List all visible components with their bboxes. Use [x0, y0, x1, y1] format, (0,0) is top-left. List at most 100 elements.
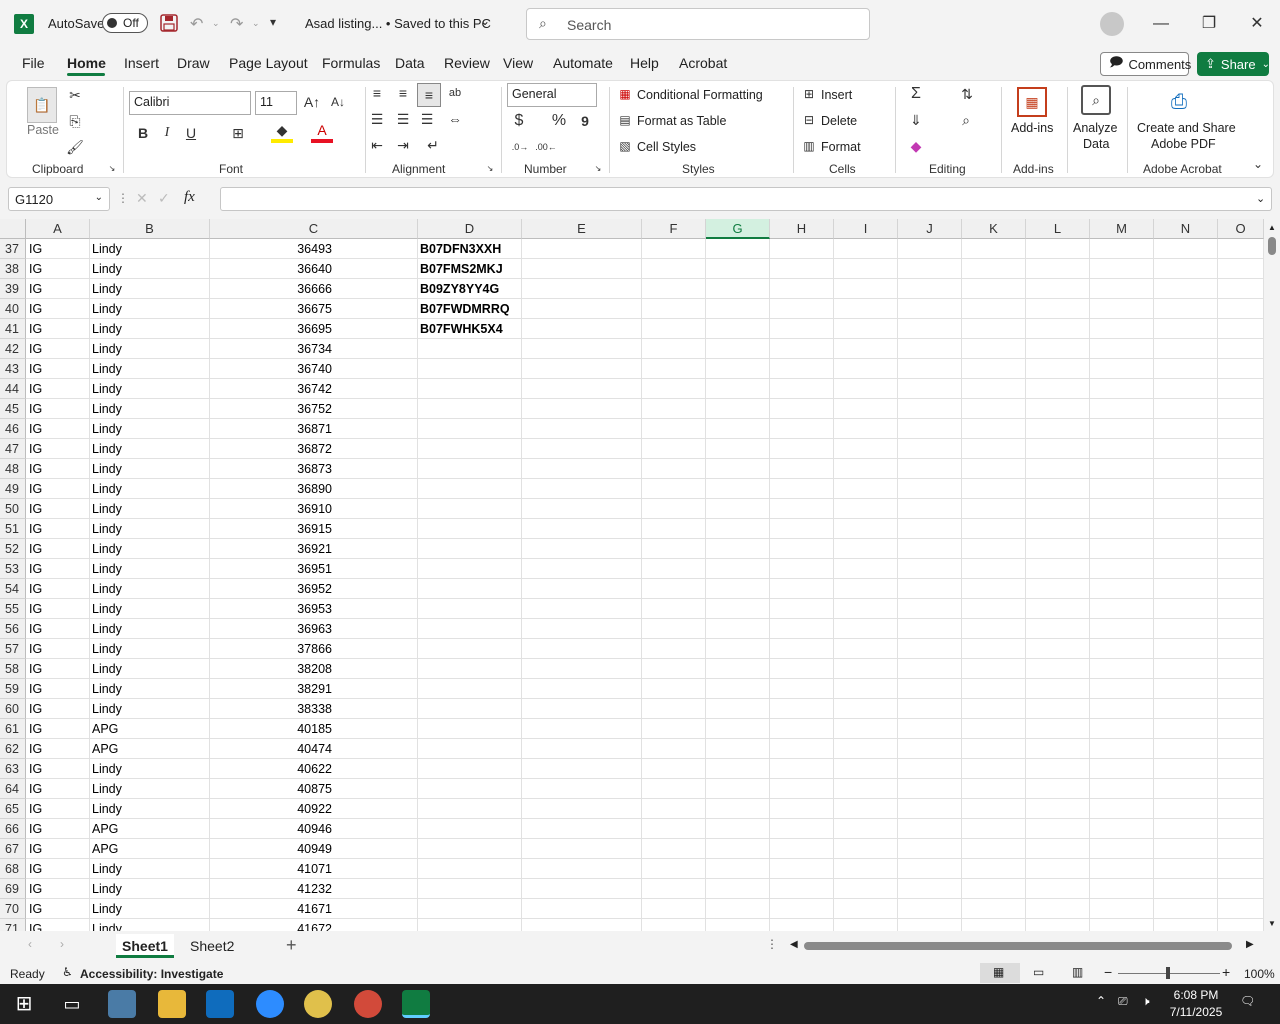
next-sheet-icon[interactable]: ›	[60, 937, 64, 951]
zoom-level[interactable]: 100%	[1244, 967, 1275, 981]
cell-c[interactable]: 36951	[212, 559, 332, 579]
cell-d[interactable]	[420, 559, 520, 579]
conditional-formatting-button[interactable]: Conditional Formatting	[637, 88, 763, 102]
page-break-view-icon[interactable]: ▥	[1072, 965, 1083, 979]
menu-acrobat[interactable]: Acrobat	[679, 55, 727, 71]
cell-d[interactable]	[420, 719, 520, 739]
row-header[interactable]: 40	[0, 299, 26, 319]
row-header[interactable]: 63	[0, 759, 26, 779]
chrome-profile-icon[interactable]	[354, 990, 382, 1018]
cell-b[interactable]: Lindy	[92, 879, 208, 899]
menu-automate[interactable]: Automate	[553, 55, 613, 71]
expand-formula-icon[interactable]: ⌄	[1256, 192, 1265, 205]
zoom-in-icon[interactable]: +	[1222, 964, 1230, 980]
font-color-icon[interactable]: A	[311, 121, 333, 143]
search-box[interactable]: ⌕ Search	[526, 8, 870, 40]
row-header[interactable]: 49	[0, 479, 26, 499]
row-header[interactable]: 66	[0, 819, 26, 839]
cell-a[interactable]: IG	[29, 619, 87, 639]
paste-label[interactable]: Paste	[27, 123, 59, 137]
cell-d[interactable]	[420, 459, 520, 479]
italic-icon[interactable]: I	[157, 123, 177, 143]
row-header[interactable]: 67	[0, 839, 26, 859]
cell-d[interactable]	[420, 659, 520, 679]
account-avatar-icon[interactable]	[1100, 12, 1124, 36]
sheet-tab-1[interactable]: Sheet1	[116, 934, 174, 958]
cell-b[interactable]: Lindy	[92, 499, 208, 519]
cell-c[interactable]: 36740	[212, 359, 332, 379]
autosum-icon[interactable]: Σ	[905, 83, 927, 105]
column-header-o[interactable]: O	[1218, 219, 1264, 239]
cell-b[interactable]: Lindy	[92, 279, 208, 299]
cell-d[interactable]: B07FWDMRRQ	[420, 299, 520, 319]
create-pdf-icon[interactable]: ⎙	[1167, 87, 1191, 117]
cell-a[interactable]: IG	[29, 679, 87, 699]
cell-b[interactable]: Lindy	[92, 339, 208, 359]
align-right-icon[interactable]: ☰	[417, 109, 437, 129]
copy-icon[interactable]: ⎘	[65, 111, 85, 131]
bold-icon[interactable]: B	[133, 123, 153, 143]
page-layout-view-icon[interactable]: ▭	[1033, 965, 1044, 979]
cell-c[interactable]: 40949	[212, 839, 332, 859]
analyze-data-label-1[interactable]: Analyze	[1073, 121, 1117, 135]
cell-b[interactable]: APG	[92, 719, 208, 739]
tray-expand-icon[interactable]: ⌃	[1096, 994, 1106, 1008]
share-button[interactable]: ⇪ Share ⌄	[1197, 52, 1270, 76]
cell-c[interactable]: 36752	[212, 399, 332, 419]
cell-a[interactable]: IG	[29, 519, 87, 539]
cell-b[interactable]: Lindy	[92, 399, 208, 419]
cell-d[interactable]	[420, 879, 520, 899]
decrease-decimal-icon[interactable]: .00←	[535, 137, 557, 157]
increase-font-icon[interactable]: A↑	[301, 91, 323, 113]
fill-color-icon[interactable]: ◆	[271, 121, 293, 143]
scroll-down-icon[interactable]: ▼	[1268, 919, 1276, 928]
cell-b[interactable]: Lindy	[92, 779, 208, 799]
cell-c[interactable]: 36952	[212, 579, 332, 599]
cell-d[interactable]	[420, 619, 520, 639]
cut-icon[interactable]: ✂	[65, 85, 85, 105]
find-select-icon[interactable]: ⌕	[955, 109, 977, 131]
menu-home[interactable]: Home	[67, 55, 106, 71]
menu-page-layout[interactable]: Page Layout	[229, 55, 308, 71]
accessibility-icon[interactable]: ♿	[62, 965, 73, 979]
cell-c[interactable]: 36871	[212, 419, 332, 439]
cell-c[interactable]: 41671	[212, 899, 332, 919]
cell-a[interactable]: IG	[29, 819, 87, 839]
row-header[interactable]: 58	[0, 659, 26, 679]
cell-d[interactable]	[420, 759, 520, 779]
wrap-text-icon[interactable]: ↵	[423, 135, 443, 155]
zoom-slider-thumb[interactable]	[1166, 967, 1170, 979]
cell-b[interactable]: Lindy	[92, 259, 208, 279]
cell-a[interactable]: IG	[29, 239, 87, 259]
row-header[interactable]: 71	[0, 919, 26, 931]
horizontal-scroll-thumb[interactable]	[804, 942, 1232, 950]
clipboard-launcher-icon[interactable]: ↘	[107, 163, 117, 173]
cell-a[interactable]: IG	[29, 639, 87, 659]
column-header-j[interactable]: J	[898, 219, 962, 239]
cell-c[interactable]: 36675	[212, 299, 332, 319]
row-header[interactable]: 65	[0, 799, 26, 819]
cell-a[interactable]: IG	[29, 739, 87, 759]
cell-d[interactable]	[420, 679, 520, 699]
cell-d[interactable]: B07FWHK5X4	[420, 319, 520, 339]
zoom-app-icon[interactable]	[256, 990, 284, 1018]
cell-b[interactable]: Lindy	[92, 799, 208, 819]
chrome-icon[interactable]	[304, 990, 332, 1018]
cell-d[interactable]	[420, 419, 520, 439]
cell-b[interactable]: Lindy	[92, 679, 208, 699]
cell-a[interactable]: IG	[29, 399, 87, 419]
cell-c[interactable]: 38208	[212, 659, 332, 679]
sheet-tab-2[interactable]: Sheet2	[190, 934, 234, 958]
sort-filter-icon[interactable]: ⇅	[955, 83, 979, 105]
task-view-icon[interactable]: ▭	[58, 990, 86, 1018]
customize-qat-icon[interactable]: ▾	[270, 15, 276, 29]
cell-d[interactable]	[420, 859, 520, 879]
cell-c[interactable]: 36910	[212, 499, 332, 519]
prev-sheet-icon[interactable]: ‹	[28, 937, 32, 951]
cell-b[interactable]: APG	[92, 839, 208, 859]
decrease-font-icon[interactable]: A↓	[327, 91, 349, 113]
row-header[interactable]: 38	[0, 259, 26, 279]
cell-c[interactable]: 36640	[212, 259, 332, 279]
clock-date[interactable]: 7/11/2025	[1166, 1005, 1226, 1019]
format-cells-button[interactable]: Format	[821, 140, 861, 154]
